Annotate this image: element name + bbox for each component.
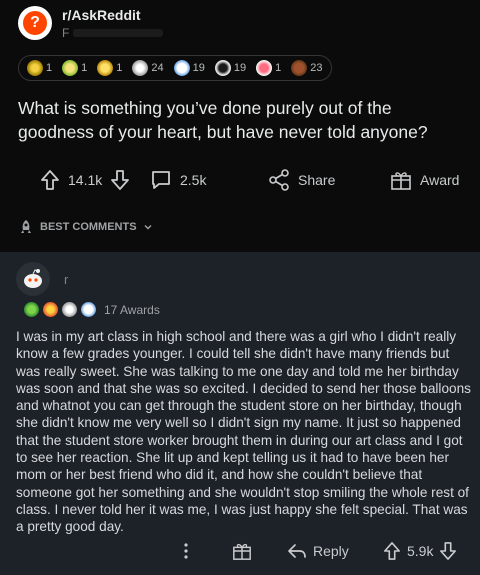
comment-award-button[interactable] [232,538,252,564]
top-comment: r 17 Awards I was in my art class in hig… [0,252,480,575]
poop-award-icon [291,60,308,76]
askreddit-logo-icon: ? [23,11,47,35]
subreddit-header[interactable]: ? r/AskReddit F [18,6,164,40]
wholesome-award-icon [256,60,273,76]
award-count: 1 [81,62,88,74]
silver-award-icon [27,60,43,76]
salute-award-icon [132,60,149,76]
award-count: 23 [310,62,323,74]
laughing-award-icon [173,60,190,76]
comment-count: 2.5k [180,172,207,188]
post-action-bar: 14.1k 2.5k Share Award [0,164,480,196]
reply-label: Reply [313,543,349,559]
subreddit-avatar[interactable]: ? [18,6,52,40]
gold-award-icon [97,60,114,76]
reply-icon [287,543,307,559]
award-item: 24 [132,60,164,76]
comment-author[interactable]: r [16,262,68,296]
award-item: 1 [97,60,122,76]
post-author-initial: F [62,25,70,40]
comment-awards[interactable]: 17 Awards [24,302,160,317]
award-item: 23 [291,60,323,76]
award-item: 19 [173,60,205,76]
salute-award-icon [62,302,77,317]
comment-sort-dropdown[interactable]: BEST COMMENTS [18,219,153,235]
redacted-username [73,28,164,37]
post-awards[interactable]: 1 1 1 24 19 19 1 23 [18,55,332,81]
award-item: 1 [27,60,52,76]
sort-label: BEST COMMENTS [40,221,137,233]
comment-action-bar: Reply 5.9k [0,538,480,564]
comment-icon [150,169,172,191]
share-button[interactable]: Share [268,169,335,191]
more-options-button[interactable] [183,538,189,564]
snoo-avatar-icon[interactable] [16,262,50,296]
helpful-award-icon [62,60,79,76]
share-label: Share [298,172,336,188]
award-count: 1 [46,62,53,74]
award-count: 1 [116,62,123,74]
post-author[interactable]: F [62,25,164,40]
award-button[interactable]: Award [390,169,459,191]
comment-awards-count: 17 Awards [104,302,160,317]
starstruck-award-icon [43,302,58,317]
comments-button[interactable]: 2.5k [150,169,206,191]
clover-award-icon [24,302,39,317]
award-item: 1 [256,60,281,76]
rocket-icon [18,219,34,235]
chevron-down-icon [143,222,153,232]
gift-icon [390,169,412,191]
vote-group: 14.1k [40,169,130,191]
post-score: 14.1k [68,172,103,188]
comment-vote-group: 5.9k [383,538,457,564]
more-vertical-icon [183,542,189,560]
post-title[interactable]: What is something you’ve done purely out… [18,96,468,144]
award-item: 19 [214,60,247,76]
share-icon [268,169,290,191]
reply-button[interactable]: Reply [287,538,349,564]
laughing-award-icon [81,302,96,317]
downvote-icon[interactable] [110,169,130,191]
gift-icon [232,541,252,561]
dollar-award-icon [214,60,231,76]
award-count: 19 [192,62,205,74]
subreddit-name[interactable]: r/AskReddit [62,7,163,23]
comment-score: 5.9k [407,543,434,559]
comment-body: I was in my art class in high school and… [16,329,471,535]
downvote-icon[interactable] [439,541,457,561]
upvote-icon[interactable] [383,541,401,561]
award-item: 1 [62,60,87,76]
award-count: 1 [275,62,282,74]
award-count: 19 [233,62,247,74]
award-label: Award [420,172,460,188]
award-count: 24 [151,62,164,74]
comment-author-initial: r [64,271,69,287]
post-card: ? r/AskReddit F 1 1 1 24 19 19 1 23 What… [0,0,480,252]
upvote-icon[interactable] [40,169,60,191]
